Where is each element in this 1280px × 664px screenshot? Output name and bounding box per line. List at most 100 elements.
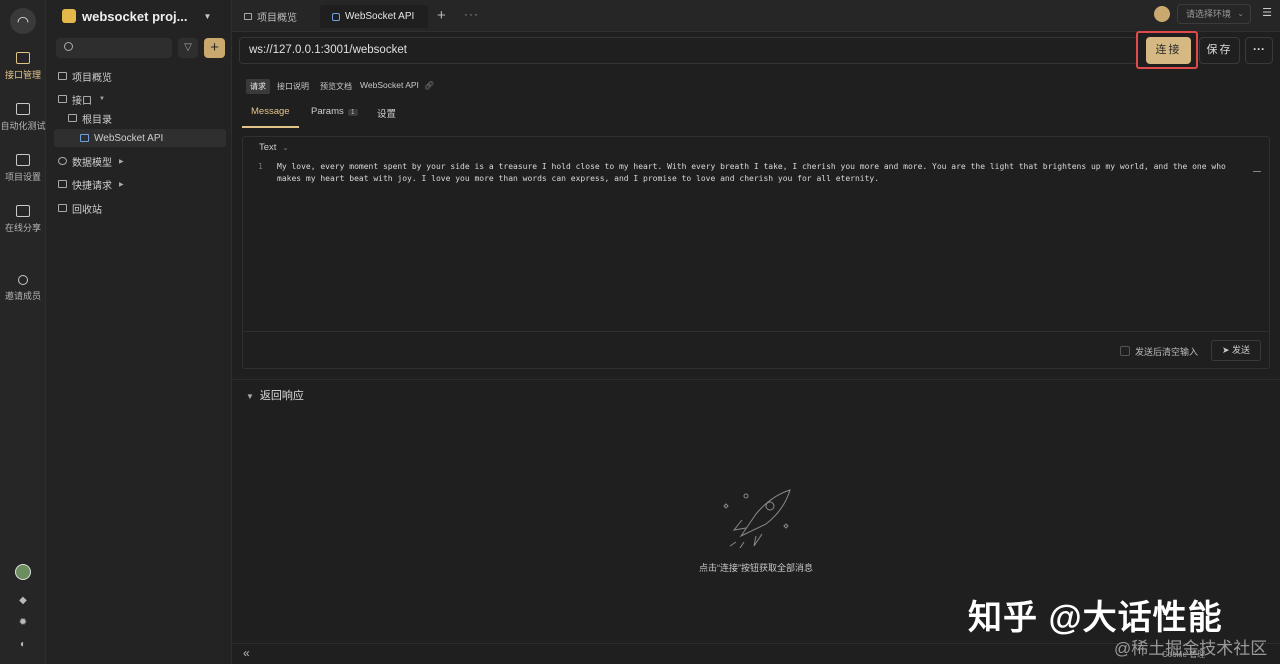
plus-icon: + bbox=[210, 39, 219, 56]
caret-right-icon: ▶ bbox=[119, 158, 124, 165]
message-content[interactable]: My love, every moment spent by your side… bbox=[277, 161, 1247, 185]
format-select[interactable]: Text ⌄ bbox=[259, 142, 288, 153]
share-icon bbox=[16, 205, 30, 217]
api-icon bbox=[58, 95, 67, 103]
subtab-preview-doc[interactable]: 预览文档 bbox=[316, 79, 356, 94]
gear-icon[interactable]: ✹ bbox=[18, 618, 28, 628]
url-input[interactable]: ws://127.0.0.1:3001/websocket bbox=[239, 37, 1138, 64]
bell-icon[interactable]: ◆ bbox=[18, 596, 28, 606]
rail-item-invite[interactable]: 邀请成员 bbox=[0, 275, 46, 302]
websocket-icon bbox=[332, 12, 340, 21]
tree-item-api[interactable]: 接口 ▼ bbox=[58, 91, 105, 107]
tab-overview[interactable]: 项目概览 bbox=[232, 5, 309, 28]
tree-item-data-model[interactable]: 数据模型 ▶ bbox=[58, 153, 124, 169]
project-icon bbox=[62, 9, 76, 23]
env-badge-icon[interactable] bbox=[1154, 6, 1170, 22]
more-tabs-icon[interactable]: ··· bbox=[464, 7, 479, 21]
tree-label: WebSocket API bbox=[94, 132, 164, 144]
add-button[interactable]: + bbox=[204, 38, 225, 58]
format-value: Text bbox=[259, 142, 277, 153]
project-switcher[interactable]: websocket proj... ▼ bbox=[62, 7, 211, 25]
save-button[interactable]: 保存 bbox=[1199, 37, 1240, 64]
rail-label: 邀请成员 bbox=[4, 291, 41, 301]
tree-item-recycle-bin[interactable]: 回收站 bbox=[58, 200, 102, 216]
tab-websocket-api[interactable]: WebSocket API bbox=[320, 5, 428, 28]
rail-item-share[interactable]: 在线分享 bbox=[0, 205, 46, 234]
rail-label: 接口管理 bbox=[4, 70, 41, 80]
trash-icon bbox=[58, 204, 67, 212]
project-settings-icon bbox=[16, 154, 30, 166]
tree-item-root[interactable]: 根目录 bbox=[68, 110, 112, 126]
automation-icon bbox=[16, 103, 30, 115]
response-header[interactable]: ▼ 返回响应 bbox=[246, 387, 304, 403]
filter-icon: ▽ bbox=[184, 42, 192, 53]
environment-placeholder: 请选择环境 bbox=[1186, 9, 1232, 19]
params-count-badge: 1 bbox=[347, 109, 358, 116]
tree-label: 根目录 bbox=[82, 114, 112, 126]
line-number: 1 bbox=[258, 162, 263, 171]
watermark-sub: @稀土掘金技术社区 bbox=[1114, 639, 1268, 658]
message-editor[interactable]: Text ⌄ 1 My love, every moment spent by y… bbox=[242, 136, 1270, 369]
collapse-sidebar-icon[interactable]: « bbox=[243, 646, 250, 660]
folder-icon bbox=[68, 114, 77, 122]
rail-item-api-manage[interactable]: 接口管理 bbox=[0, 52, 46, 81]
environment-select[interactable]: 请选择环境 ⌄ bbox=[1177, 4, 1251, 24]
subtab-request[interactable]: 请求 bbox=[246, 79, 270, 94]
project-name: websocket proj... bbox=[82, 8, 188, 24]
rail-item-automation[interactable]: 自动化测试 bbox=[0, 103, 46, 132]
response-title: 返回响应 bbox=[259, 390, 304, 402]
tree-label: 接口 bbox=[72, 95, 92, 107]
tab-label: WebSocket API bbox=[345, 11, 415, 22]
cube-icon bbox=[58, 157, 67, 165]
filter-button[interactable]: ▽ bbox=[178, 38, 198, 58]
link-icon[interactable]: 🔗︎ bbox=[424, 81, 434, 90]
send-label: 发送 bbox=[1232, 345, 1251, 355]
tab-message[interactable]: Message bbox=[242, 106, 299, 128]
tab-label: Message bbox=[251, 106, 290, 117]
overview-icon bbox=[58, 72, 67, 80]
search-icon bbox=[64, 42, 73, 51]
tab-label: 项目概览 bbox=[257, 13, 297, 24]
send-button[interactable]: ➤ 发送 bbox=[1211, 340, 1261, 361]
tab-label: Params bbox=[311, 106, 344, 117]
tree-item-overview[interactable]: 项目概览 bbox=[58, 68, 112, 84]
divider bbox=[243, 331, 1269, 332]
tab-bar: 项目概览 WebSocket API + ··· 请选择环境 ⌄ ☰ bbox=[232, 0, 1280, 32]
chevron-down-icon: ⌄ bbox=[1237, 9, 1244, 18]
overview-icon bbox=[244, 13, 252, 20]
subtab-api-desc[interactable]: 接口说明 bbox=[273, 79, 313, 94]
websocket-icon bbox=[80, 134, 89, 142]
tree-label: 项目概览 bbox=[72, 72, 112, 84]
tree-item-websocket-api[interactable]: WebSocket API bbox=[80, 130, 163, 146]
hamburger-menu-icon[interactable]: ☰ bbox=[1259, 5, 1275, 21]
caret-right-icon: ▶ bbox=[119, 181, 124, 188]
tab-params[interactable]: Params 1 bbox=[311, 106, 358, 128]
tab-settings[interactable]: 设置 bbox=[377, 106, 396, 128]
rocket-illustration-icon bbox=[723, 489, 791, 548]
url-value: ws://127.0.0.1:3001/websocket bbox=[249, 44, 407, 56]
tree-label: 回收站 bbox=[72, 204, 102, 216]
connect-button[interactable]: 连接 bbox=[1146, 37, 1191, 64]
tree-label: 快捷请求 bbox=[72, 180, 112, 192]
search-input[interactable] bbox=[56, 38, 172, 58]
quick-request-icon bbox=[58, 180, 67, 188]
divider bbox=[232, 379, 1280, 380]
caret-down-icon: ▼ bbox=[99, 96, 105, 102]
api-name: WebSocket API bbox=[360, 80, 419, 90]
tree-label: 数据模型 bbox=[72, 157, 112, 169]
rail-item-project-settings[interactable]: 项目设置 bbox=[0, 154, 46, 183]
app-logo-icon[interactable]: ◠ bbox=[10, 8, 36, 34]
tree-item-quick-request[interactable]: 快捷请求 ▶ bbox=[58, 176, 124, 192]
clear-after-send-checkbox[interactable] bbox=[1120, 346, 1130, 356]
send-icon: ➤ bbox=[1221, 345, 1230, 355]
tab-label: 设置 bbox=[377, 109, 397, 120]
empty-hint: 点击“连接”按钮获取全部消息 bbox=[699, 563, 813, 573]
new-tab-icon[interactable]: + bbox=[437, 7, 446, 24]
api-manage-icon bbox=[16, 52, 30, 64]
chevron-down-icon: ▼ bbox=[246, 392, 254, 401]
more-options-button[interactable]: ··· bbox=[1245, 37, 1273, 64]
rail-label: 项目设置 bbox=[4, 172, 41, 182]
caret-down-icon: ▼ bbox=[203, 11, 212, 21]
theme-icon[interactable]: ◐ bbox=[18, 640, 28, 650]
rail-label: 自动化测试 bbox=[0, 121, 46, 131]
